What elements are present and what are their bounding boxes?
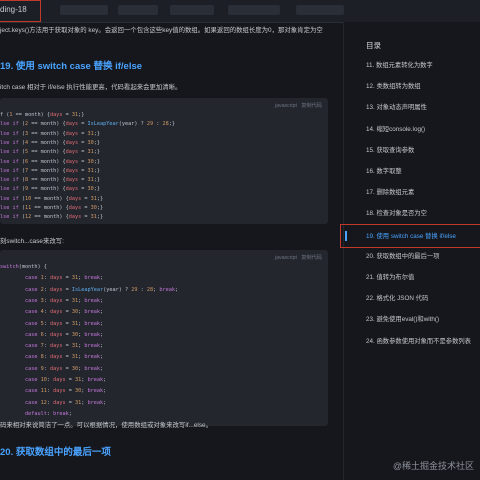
- code-line: lse if (3 == month) {days = 31;}: [0, 130, 100, 137]
- code-line: case 7: days = 31; break;: [25, 343, 104, 350]
- code-line: lse if (8 == month) {days = 31;}: [0, 177, 100, 184]
- toolbar-chip[interactable]: [118, 5, 158, 15]
- code-line: case 5: days = 31; break;: [25, 320, 104, 327]
- toc-item-label: 19. 使用 switch case 替换 if/else: [366, 232, 456, 240]
- toc-item[interactable]: 18. 检查对象是否为空: [366, 208, 427, 217]
- code-lang-label: javascript 复制代码: [274, 103, 322, 109]
- code-line: case 2: days = IsLeapYear(year) ? 29 : 2…: [25, 286, 179, 293]
- code-line: lse if (2 == month) {days = IsLeapYear(y…: [0, 121, 175, 128]
- toc-item-active[interactable]: 19. 使用 switch case 替换 if/else: [340, 223, 480, 248]
- copy-code-button[interactable]: 复制代码: [301, 103, 322, 109]
- toc-item[interactable]: 17. 删除数组元素: [366, 187, 414, 196]
- toc-item[interactable]: 13. 对象动态声明属性: [366, 102, 427, 111]
- heading-19: 19. 使用 switch case 替换 if/else: [0, 61, 143, 72]
- toc-title: 目录: [366, 41, 381, 50]
- article-content: ject.keys()方法用于获取对象的 key。会返回一个包含这些key值的数…: [0, 22, 340, 480]
- code-line: lse if (12 == month) {days = 31;}: [0, 214, 104, 221]
- code-line: case 1: days = 31; break;: [25, 275, 104, 282]
- code-lang-label: javascript 复制代码: [274, 255, 322, 261]
- code-line: case 8: days = 31; break;: [25, 354, 104, 361]
- code-line: lse if (7 == month) {days = 31;}: [0, 167, 100, 174]
- toolbar-chip[interactable]: [170, 5, 214, 15]
- code-line: lse if (9 == month) {days = 30;}: [0, 186, 100, 193]
- code-line: case 3: days = 31; break;: [25, 297, 104, 304]
- code-line: default: break;: [25, 410, 72, 417]
- code-line: lse if (5 == month) {days = 31;}: [0, 149, 100, 156]
- toc-item[interactable]: 22. 格式化 JSON 代码: [366, 293, 428, 302]
- toc-item[interactable]: 23. 避免使用eval()和with(): [366, 314, 439, 323]
- active-indicator-bar: [345, 230, 347, 241]
- watermark: @稀土掘金技术社区: [392, 461, 474, 471]
- conclusion-text: 码来相对来说简洁了一点。可以根据情况，使用数组或对象来改写if...else。: [0, 422, 212, 429]
- code-line: lse if (4 == month) {days = 30;}: [0, 139, 100, 146]
- toc-item[interactable]: 15. 获取查询参数: [366, 145, 414, 154]
- copy-code-button[interactable]: 复制代码: [301, 255, 322, 261]
- code-line: case 9: days = 30; break;: [25, 365, 104, 372]
- code-line: lse if (6 == month) {days = 30;}: [0, 158, 100, 165]
- browser-tab[interactable]: ding-18: [0, 0, 41, 22]
- toc-item[interactable]: 11. 数组元素转化为数字: [366, 60, 433, 69]
- code-line: case 12: days = 31; break;: [25, 399, 107, 406]
- code-line: switch(month) {: [0, 264, 47, 270]
- code-block-switch: javascript 复制代码 switch(month) { case 1: …: [0, 250, 328, 426]
- code-line: case 6: days = 30; break;: [25, 331, 104, 338]
- toc-item[interactable]: 12. 类数组转为数组: [366, 81, 421, 90]
- toolbar-chip[interactable]: [228, 5, 280, 15]
- desc-switch: 刻switch...case来改写:: [0, 238, 64, 245]
- intro-text: ject.keys()方法用于获取对象的 key。会返回一个包含这些key值的数…: [0, 27, 323, 34]
- toc-item[interactable]: 24. 函数参数使用对象而不是参数列表: [366, 336, 471, 345]
- code-line: f (1 == month) {days = 31;}: [0, 112, 85, 118]
- toolbar-chip[interactable]: [60, 5, 108, 15]
- desc-19: itch case 相对于 if/else 执行性能更高，代码看起来会更加清晰。: [0, 84, 182, 91]
- toc-item[interactable]: 20. 获取数组中的最后一项: [366, 251, 439, 260]
- code-line: case 4: days = 30; break;: [25, 309, 104, 316]
- table-of-contents: 目录 11. 数组元素转化为数字 12. 类数组转为数组 13. 对象动态声明属性 1…: [340, 22, 480, 480]
- toolbar-chip[interactable]: [296, 5, 344, 15]
- toc-item[interactable]: 14. 缩短console.log(): [366, 124, 425, 133]
- top-bar: ding-18: [0, 0, 480, 23]
- toc-item[interactable]: 21. 值转为布尔值: [366, 272, 414, 281]
- code-block-if-else: javascript 复制代码 f (1 == month) {days = 3…: [0, 98, 328, 224]
- tab-label: ding-18: [0, 5, 27, 14]
- heading-20: 20. 获取数组中的最后一项: [0, 447, 111, 458]
- code-line: case 10: days = 31; break;: [25, 377, 107, 383]
- code-line: lse if (11 == month) {days = 30;}: [0, 205, 104, 211]
- toc-item[interactable]: 16. 数字取整: [366, 166, 402, 175]
- code-line: case 11: days = 30; break;: [25, 388, 107, 395]
- code-line: lse if (10 == month) {days = 31;}: [0, 195, 104, 202]
